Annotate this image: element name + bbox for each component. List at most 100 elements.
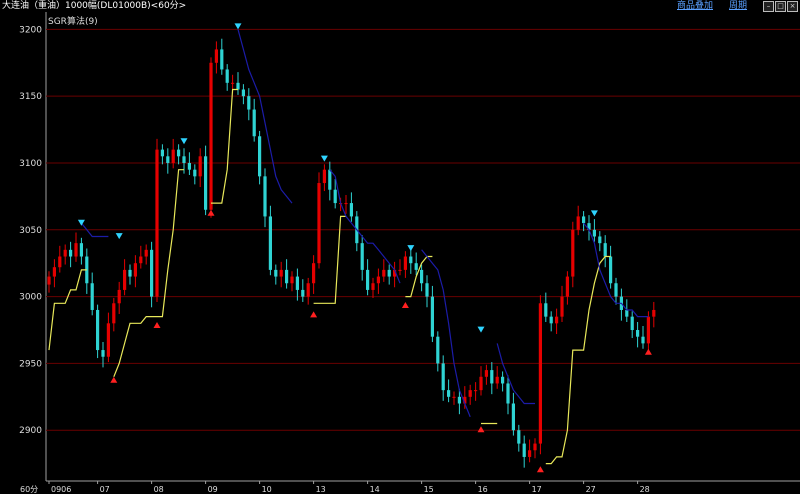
buy-signal-marker — [644, 348, 652, 355]
candle-body — [592, 229, 596, 237]
y-tick-label: 2900 — [19, 426, 42, 436]
y-tick-label: 3000 — [19, 293, 42, 303]
candle-body — [576, 216, 580, 230]
candle-body — [468, 390, 472, 397]
candle-body — [306, 283, 310, 297]
candle-body — [522, 443, 526, 457]
y-tick-label: 3050 — [19, 226, 42, 236]
period-label: 60分 — [20, 485, 38, 494]
candle-body — [198, 156, 202, 177]
candle-body — [490, 370, 494, 384]
candle-body — [128, 269, 132, 277]
candle-body — [484, 370, 488, 377]
candle-body — [382, 269, 386, 277]
candle-body — [349, 203, 353, 217]
candle-body — [123, 269, 127, 290]
buy-signal-marker — [536, 466, 544, 473]
indicator-label: SGR算法(9) — [48, 15, 98, 27]
candle-body — [641, 336, 645, 344]
x-tick-label: 27 — [586, 485, 596, 494]
candle-body — [290, 276, 294, 284]
price-chart[interactable]: 3200 3150 3100 3050 3000 2950 2900 0906 07 08 09 10… — [0, 0, 800, 494]
candle-body — [225, 69, 229, 83]
candle-body — [193, 169, 197, 177]
candle-body — [652, 309, 656, 317]
candle-body — [425, 283, 429, 297]
candle-body — [144, 249, 148, 257]
candle-body — [457, 396, 461, 404]
candle-body — [333, 189, 337, 204]
x-tick-label: 17 — [532, 485, 542, 494]
candle-body — [565, 276, 569, 297]
candle-body — [360, 243, 364, 270]
sell-signal-marker — [320, 155, 328, 162]
y-tick-label: 3200 — [19, 25, 42, 35]
candle-body — [452, 396, 456, 398]
candle-body — [204, 156, 208, 210]
chart-window: 大连油（重油）1000幅(DL01000B)<60分> 商品叠加 周期 – □ … — [0, 0, 800, 494]
candle-body — [214, 49, 218, 63]
candle-body — [187, 162, 191, 170]
candle-body — [252, 109, 256, 137]
sell-signal-marker — [115, 233, 123, 240]
x-tick-label: 08 — [154, 485, 164, 494]
candle-body — [625, 309, 629, 317]
x-tick-label: 09 — [208, 485, 218, 494]
candle-body — [436, 336, 440, 364]
candle-body — [150, 249, 154, 297]
candle-body — [69, 249, 73, 257]
candle-body — [344, 203, 348, 205]
sell-signal-marker — [590, 210, 598, 217]
x-tick-label: 13 — [316, 485, 326, 494]
candle-body — [209, 62, 213, 210]
buy-signal-marker — [110, 376, 118, 383]
buy-signal-marker — [401, 301, 409, 308]
candle-body — [171, 149, 175, 163]
buy-signal-marker — [477, 426, 485, 433]
candle-body — [430, 296, 434, 337]
candle-body — [258, 136, 262, 177]
candle-body — [166, 156, 170, 163]
sgr-resistance-line — [80, 29, 649, 418]
candle-body — [495, 376, 499, 384]
candle-body — [420, 269, 424, 284]
x-tick-label: 10 — [262, 485, 272, 494]
candle-body — [609, 256, 613, 284]
candle-body — [268, 216, 272, 270]
sell-signal-marker — [180, 138, 188, 145]
candle-body — [279, 269, 283, 277]
candle-body — [555, 316, 559, 324]
candle-body — [447, 390, 451, 397]
candle-body — [636, 330, 640, 337]
candle-body — [538, 303, 542, 444]
candle-body — [582, 216, 586, 224]
candle-body — [511, 403, 515, 431]
candle-body — [74, 243, 78, 257]
candle-body — [614, 283, 618, 297]
candle-body — [549, 316, 553, 324]
candle-body — [79, 243, 83, 257]
x-tick-label: 0906 — [51, 485, 71, 494]
candle-body — [52, 267, 56, 277]
candle-body — [414, 263, 418, 270]
sell-signal-marker — [477, 326, 485, 333]
candle-body — [479, 376, 483, 391]
candle-body — [133, 263, 137, 277]
candle-body — [366, 269, 370, 290]
candle-body — [117, 289, 121, 304]
candle-body — [312, 263, 316, 284]
candle-body — [295, 276, 299, 290]
candle-body — [160, 149, 164, 157]
candle-body — [560, 296, 564, 317]
candle-body — [441, 363, 445, 391]
candle-body — [517, 430, 521, 444]
candle-body — [236, 82, 240, 90]
candle-body — [371, 283, 375, 290]
candle-body — [322, 169, 326, 184]
candle-body — [387, 269, 391, 277]
sell-signal-marker — [407, 245, 415, 252]
candle-body — [247, 96, 251, 110]
candle-body — [398, 269, 402, 271]
candle-body — [603, 243, 607, 257]
candle-body — [177, 149, 181, 157]
